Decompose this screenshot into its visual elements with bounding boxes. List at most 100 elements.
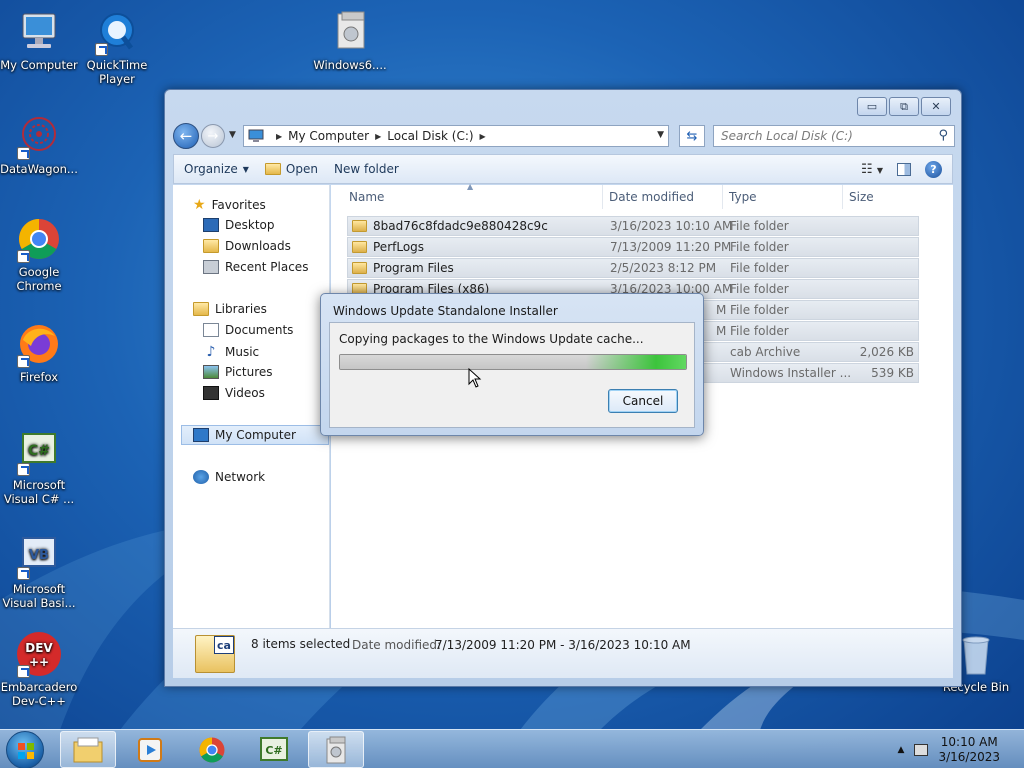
address-row: ← → ▼ ▶ My Computer ▶ Local Disk (C:) ▶ … — [173, 123, 955, 149]
visual-csharp-icon: C# — [15, 428, 63, 476]
breadcrumb-local-disk[interactable]: Local Disk (C:) — [387, 129, 473, 143]
column-date-modified[interactable]: Date modified — [603, 185, 723, 209]
network-status-icon[interactable] — [914, 743, 929, 756]
nav-my-computer[interactable]: My Computer — [181, 425, 329, 445]
svg-text:C#: C# — [28, 443, 50, 459]
breadcrumb-my-computer[interactable]: My Computer — [288, 129, 369, 143]
column-label: Type — [729, 190, 757, 204]
nav-label: Downloads — [225, 239, 291, 253]
file-name: 8bad76c8fdadc9e880428c9c — [373, 219, 548, 233]
column-type[interactable]: Type — [723, 185, 843, 209]
column-size[interactable]: Size — [843, 185, 923, 209]
back-button[interactable]: ← — [173, 123, 199, 149]
installer-dialog[interactable]: Windows Update Standalone Installer Copy… — [320, 293, 704, 436]
nav-documents[interactable]: Documents — [203, 323, 293, 337]
organize-button[interactable]: Organize ▼ — [174, 155, 257, 183]
navigation-pane: ★ Favorites Desktop Downloads Recent Pla… — [173, 185, 330, 628]
desktop-icon-chrome[interactable]: Google Chrome — [0, 215, 78, 293]
search-input[interactable]: Search Local Disk (C:) ⚲ — [713, 125, 955, 147]
new-folder-button[interactable]: New folder — [326, 155, 407, 183]
maximize-button[interactable]: ⧉ — [889, 97, 919, 116]
forward-button[interactable]: → — [201, 124, 225, 148]
back-arrow-icon: ← — [179, 127, 193, 145]
file-type: File folder — [730, 261, 789, 275]
nav-libraries[interactable]: Libraries — [193, 302, 267, 316]
column-label: Date modified — [609, 190, 695, 204]
preview-pane-icon[interactable] — [897, 162, 911, 176]
nav-desktop[interactable]: Desktop — [203, 218, 275, 232]
minimize-button[interactable]: ▭ — [857, 97, 887, 116]
column-name[interactable]: Name — [343, 185, 603, 209]
show-hidden-icons-icon[interactable]: ▲ — [898, 745, 905, 755]
open-button[interactable]: Open — [257, 155, 326, 183]
table-row[interactable]: 8bad76c8fdadc9e880428c9c 3/16/2023 10:10… — [347, 216, 919, 236]
nav-label: Videos — [225, 386, 265, 400]
taskbar-visual-csharp[interactable]: C# — [246, 731, 302, 768]
file-type: File folder — [730, 303, 789, 317]
mouse-cursor-icon — [468, 368, 482, 388]
toolbar-right: ☷ ▼ ? — [861, 160, 952, 178]
taskbar-media-player[interactable] — [122, 731, 178, 768]
forward-arrow-icon: → — [207, 128, 219, 144]
nav-favorites[interactable]: ★ Favorites — [193, 197, 266, 213]
clock[interactable]: 10:10 AM 3/16/2023 — [938, 735, 1000, 765]
desktop-icon-label: Google Chrome — [16, 265, 62, 293]
details-pane: ca 8 items selected Date modified: 7/13/… — [173, 628, 953, 678]
refresh-button[interactable]: ⇆ — [679, 125, 705, 147]
star-icon: ★ — [193, 197, 206, 213]
desktop-icon-visual-csharp[interactable]: C# Microsoft Visual C# ... — [0, 428, 78, 506]
file-type: File folder — [730, 324, 789, 338]
address-dropdown-icon[interactable]: ▼ — [657, 130, 664, 140]
chrome-icon — [199, 737, 225, 762]
help-icon[interactable]: ? — [925, 160, 942, 178]
downloads-folder-icon — [203, 239, 219, 253]
desktop-icon-datawagon[interactable]: DataWagon... — [0, 112, 78, 176]
taskbar-chrome[interactable] — [184, 731, 240, 768]
open-label: Open — [285, 162, 318, 176]
close-button[interactable]: ✕ — [921, 97, 951, 116]
recent-pages-dropdown[interactable]: ▼ — [229, 130, 236, 140]
nav-label: Favorites — [211, 198, 266, 212]
nav-videos[interactable]: Videos — [203, 386, 265, 400]
command-bar: Organize ▼ Open New folder ☷ ▼ ? — [173, 154, 953, 184]
nav-network[interactable]: Network — [193, 470, 265, 484]
desktop-icon-windows-update-file[interactable]: Windows6.... — [311, 8, 389, 72]
file-name: Program Files — [373, 261, 454, 275]
visual-csharp-icon: C# — [260, 736, 288, 761]
desktop-icon-my-computer[interactable]: My Computer — [0, 8, 78, 72]
folder-lock-icon — [352, 220, 367, 232]
cab-icon-text: ca — [214, 636, 234, 654]
cancel-button[interactable]: Cancel — [608, 389, 678, 413]
nav-pictures[interactable]: Pictures — [203, 365, 273, 379]
date-modified-value: 7/13/2009 11:20 PM - 3/16/2023 10:10 AM — [435, 638, 691, 652]
windows-logo-icon — [18, 743, 34, 759]
nav-music[interactable]: ♪ Music — [203, 344, 260, 360]
selection-count: 8 items selected — [251, 637, 351, 651]
table-row[interactable]: Program Files 2/5/2023 8:12 PM File fold… — [347, 258, 919, 278]
nav-downloads[interactable]: Downloads — [203, 239, 291, 253]
folder-open-icon — [264, 163, 281, 175]
progress-bar — [339, 354, 687, 370]
address-bar[interactable]: ▶ My Computer ▶ Local Disk (C:) ▶ ▼ — [243, 125, 669, 147]
system-tray: ▲ 10:10 AM 3/16/2023 — [898, 730, 1024, 768]
desktop-icon-quicktime[interactable]: QuickTime Player — [78, 8, 156, 86]
view-options-icon[interactable]: ☷ ▼ — [861, 162, 883, 177]
start-button[interactable] — [6, 731, 44, 768]
taskbar-installer[interactable] — [308, 731, 364, 768]
desktop-icon-firefox[interactable]: Firefox — [0, 320, 78, 384]
file-type: File folder — [730, 240, 789, 254]
nav-recent-places[interactable]: Recent Places — [203, 260, 308, 274]
desktop-icon — [203, 218, 219, 232]
recent-places-icon — [203, 260, 219, 274]
file-date: 3/16/2023 10:10 AM — [610, 219, 733, 233]
media-player-icon — [138, 737, 162, 762]
table-row[interactable]: PerfLogs 7/13/2009 11:20 PM File folder — [347, 237, 919, 257]
file-type: cab Archive — [730, 345, 801, 359]
minimize-icon: ▭ — [866, 100, 878, 113]
folder-library-icon — [73, 737, 103, 762]
nav-label: Documents — [225, 323, 294, 337]
desktop-icon-devcpp[interactable]: DEV ++ Embarcadero Dev-C++ — [0, 630, 78, 708]
desktop-icon-visual-basic[interactable]: VB Microsoft Visual Basi... — [0, 532, 78, 610]
quicktime-icon — [93, 8, 141, 56]
taskbar-explorer[interactable] — [60, 731, 116, 768]
